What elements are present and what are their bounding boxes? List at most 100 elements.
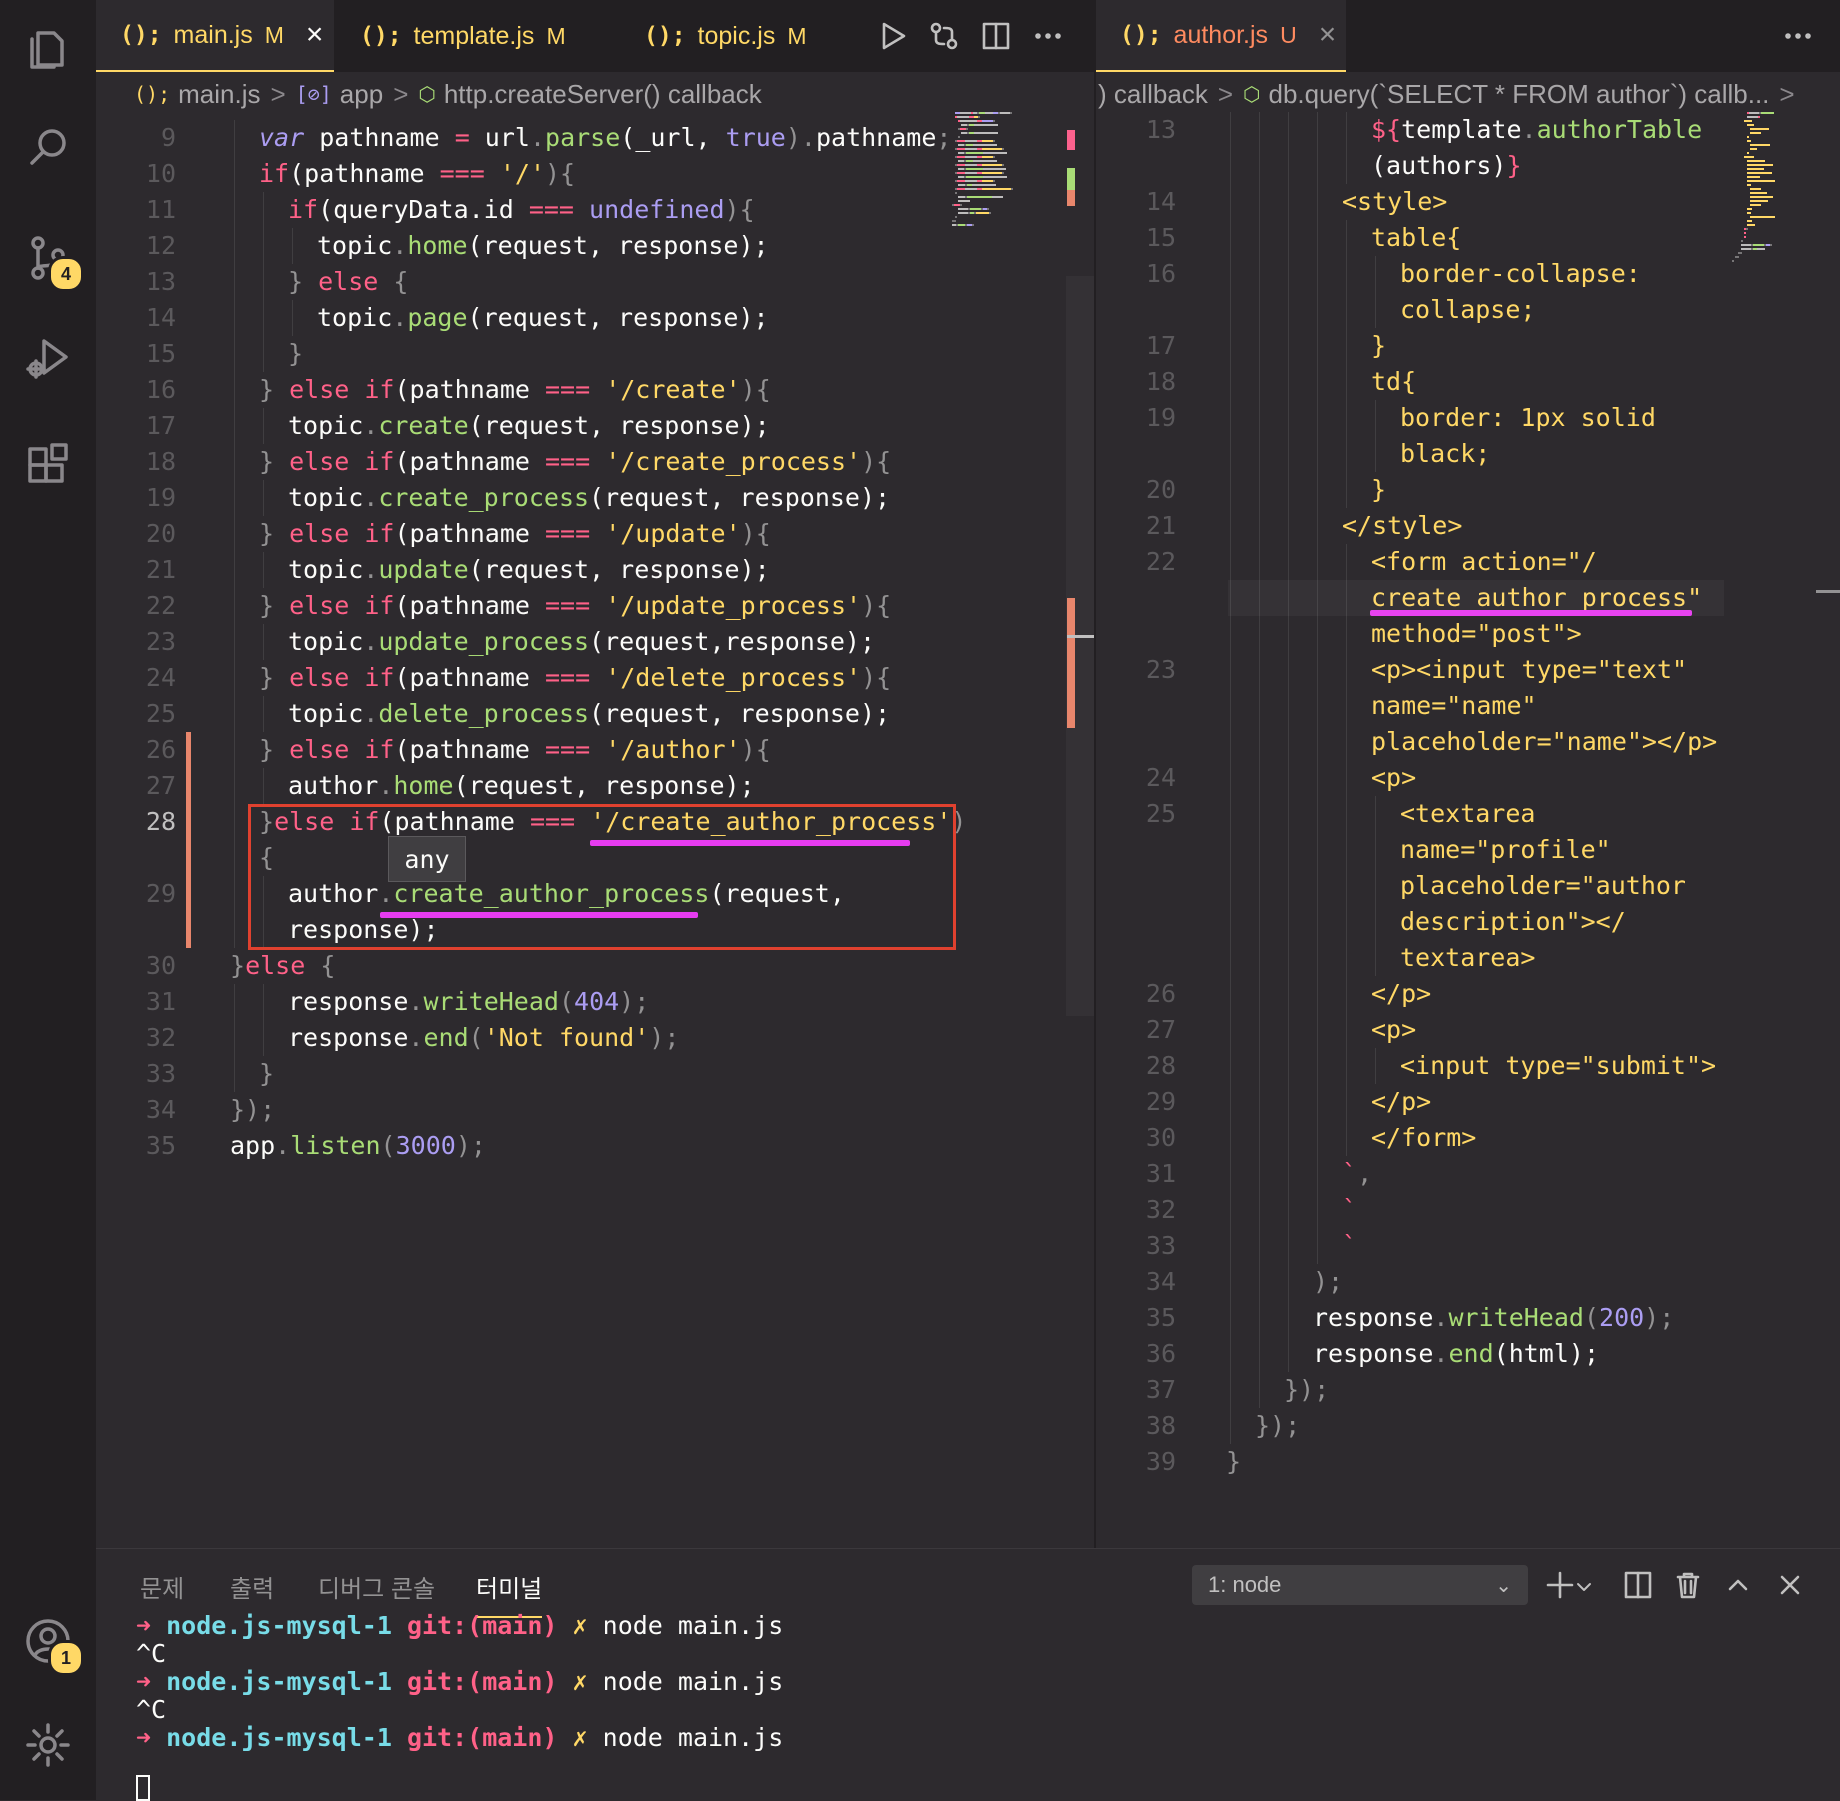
split-editor-icon[interactable] [974,14,1018,58]
code-line[interactable]: name="profile" [1096,832,1840,868]
tab-template-js[interactable]: (); template.js M [360,0,566,72]
tab-debug-console[interactable]: 디버그 콘솔 [318,1569,435,1604]
code-line[interactable]: 18} else if(pathname === '/create_proces… [96,444,1094,480]
code-line[interactable]: 26} else if(pathname === '/author'){ [96,732,1094,768]
code-line[interactable]: placeholder="author [1096,868,1840,904]
tab-output[interactable]: 출력 [230,1569,274,1604]
code-line[interactable]: collapse; [1096,292,1840,328]
extensions-icon[interactable] [0,420,96,510]
tab-author-js[interactable]: (); author.js U × [1096,0,1346,72]
code-line[interactable]: 30}else { [96,948,1094,984]
code-line[interactable]: 23 topic.update_process(request,response)… [96,624,1094,660]
code-line[interactable]: 13} else { [96,264,1094,300]
code-line[interactable]: 27 author.home(request, response); [96,768,1094,804]
code-line[interactable]: black; [1096,436,1840,472]
code-line[interactable]: 24} else if(pathname === '/delete_proces… [96,660,1094,696]
breadcrumb-variable[interactable]: app [340,79,383,110]
code-line[interactable]: 22 <form action="/ [1096,544,1840,580]
code-line[interactable]: description"></ [1096,904,1840,940]
run-icon[interactable] [870,14,914,58]
trash-icon[interactable] [1666,1563,1710,1607]
code-line[interactable]: 28 <input type="submit"> [1096,1048,1840,1084]
close-icon[interactable]: × [306,18,324,52]
code-line[interactable]: 19 topic.create_process(request, response… [96,480,1094,516]
code-line[interactable]: 15} [96,336,1094,372]
code-line[interactable]: 17} [1096,328,1840,364]
code-line[interactable]: 38}); [1096,1408,1840,1444]
code-line[interactable]: 10 if(pathname === '/'){ [96,156,1094,192]
tab-problems[interactable]: 문제 [140,1569,184,1604]
code-line[interactable]: 30 </form> [1096,1120,1840,1156]
code-line[interactable]: 14 <style> [1096,184,1840,220]
code-line[interactable]: 20} [1096,472,1840,508]
code-line[interactable]: 34}); [96,1092,1094,1128]
code-line[interactable]: 16} else if(pathname === '/create'){ [96,372,1094,408]
code-line[interactable]: 35 app.listen(3000); [96,1128,1094,1164]
code-line[interactable]: 29 </p> [1096,1084,1840,1120]
close-icon[interactable]: × [1319,18,1337,52]
code-line[interactable]: 33 ` [1096,1228,1840,1264]
code-line[interactable]: 25 <textarea [1096,796,1840,832]
code-line[interactable]: 28}else if(pathname === '/create_author_… [96,804,1094,840]
code-line[interactable]: 27 <p> [1096,1012,1840,1048]
code-line[interactable]: 31 response.writeHead(404); [96,984,1094,1020]
compare-changes-icon[interactable] [922,14,966,58]
code-line[interactable]: 18 td{ [1096,364,1840,400]
chevron-down-icon[interactable] [1572,1565,1596,1609]
code-line[interactable]: 12 topic.home(request, response); [96,228,1094,264]
accounts-icon[interactable] [0,1596,96,1686]
close-panel-icon[interactable] [1768,1563,1812,1607]
code-line[interactable]: 20} else if(pathname === '/update'){ [96,516,1094,552]
more-actions-icon[interactable] [1776,14,1820,58]
code-line[interactable]: textarea> [1096,940,1840,976]
tab-main-js[interactable]: (); main.js M × [96,0,334,72]
settings-gear-icon[interactable] [0,1700,96,1790]
code-line[interactable]: 33} [96,1056,1094,1092]
code-line[interactable]: 9 var pathname = url.parse(_url, true).pa… [96,120,1094,156]
terminal-select[interactable]: 1: node ⌄ [1192,1565,1528,1605]
code-line[interactable]: 14 topic.page(request, response); [96,300,1094,336]
tab-topic-js[interactable]: (); topic.js M [644,0,807,72]
code-line[interactable]: 35 response.writeHead(200); [1096,1300,1840,1336]
right-code-editor[interactable]: 13 ${template.authorTable (authors)} 14 <sty… [1096,112,1840,1548]
code-line[interactable]: 37}); [1096,1372,1840,1408]
explorer-icon[interactable] [0,2,96,92]
code-line[interactable]: 13 ${template.authorTable [1096,112,1840,148]
code-line[interactable]: 21 topic.update(request, response); [96,552,1094,588]
code-line[interactable]: 23 <p><input type="text" [1096,652,1840,688]
code-line[interactable]: 34); [1096,1264,1840,1300]
maximize-panel-icon[interactable] [1716,1563,1760,1607]
more-actions-icon[interactable] [1026,14,1070,58]
code-line[interactable]: 31 `, [1096,1156,1840,1192]
source-control-icon[interactable] [0,212,96,302]
code-line[interactable]: 17 topic.create(request, response); [96,408,1094,444]
code-line[interactable]: (authors)} [1096,148,1840,184]
code-line[interactable]: name="name" [1096,688,1840,724]
left-code-editor[interactable]: 9 var pathname = url.parse(_url, true).pa… [96,120,1094,1548]
left-minimap[interactable] [950,112,1070,272]
code-line[interactable]: 21 </style> [1096,508,1840,544]
code-line[interactable]: 24 <p> [1096,760,1840,796]
code-line[interactable]: 39} [1096,1444,1840,1480]
code-line[interactable]: 32 response.end('Not found'); [96,1020,1094,1056]
code-line[interactable]: 29 author.create_author_process(request, [96,876,1094,912]
right-minimap[interactable] [1730,112,1830,342]
search-icon[interactable] [0,102,96,192]
code-line[interactable]: 11 if(queryData.id === undefined){ [96,192,1094,228]
code-line[interactable]: 16 border-collapse: [1096,256,1840,292]
breadcrumb-query[interactable]: db.query(`SELECT * FROM author`) callb..… [1268,79,1769,110]
code-line[interactable]: 19 border: 1px solid [1096,400,1840,436]
split-terminal-icon[interactable] [1616,1563,1660,1607]
code-line[interactable]: 36 response.end(html); [1096,1336,1840,1372]
breadcrumb-function[interactable]: http.createServer() callback [444,79,762,110]
code-line[interactable]: 26 </p> [1096,976,1840,1012]
breadcrumb-file[interactable]: main.js [178,79,260,110]
code-line[interactable]: 15 table{ [1096,220,1840,256]
code-line[interactable]: placeholder="name"></p> [1096,724,1840,760]
code-line[interactable]: 22} else if(pathname === '/update_proces… [96,588,1094,624]
run-debug-icon[interactable] [0,312,96,402]
code-line[interactable]: 32 ` [1096,1192,1840,1228]
code-line[interactable]: method="post"> [1096,616,1840,652]
code-line[interactable]: 25 topic.delete_process(request, response… [96,696,1094,732]
breadcrumb-callback[interactable]: ) callback [1098,79,1208,110]
